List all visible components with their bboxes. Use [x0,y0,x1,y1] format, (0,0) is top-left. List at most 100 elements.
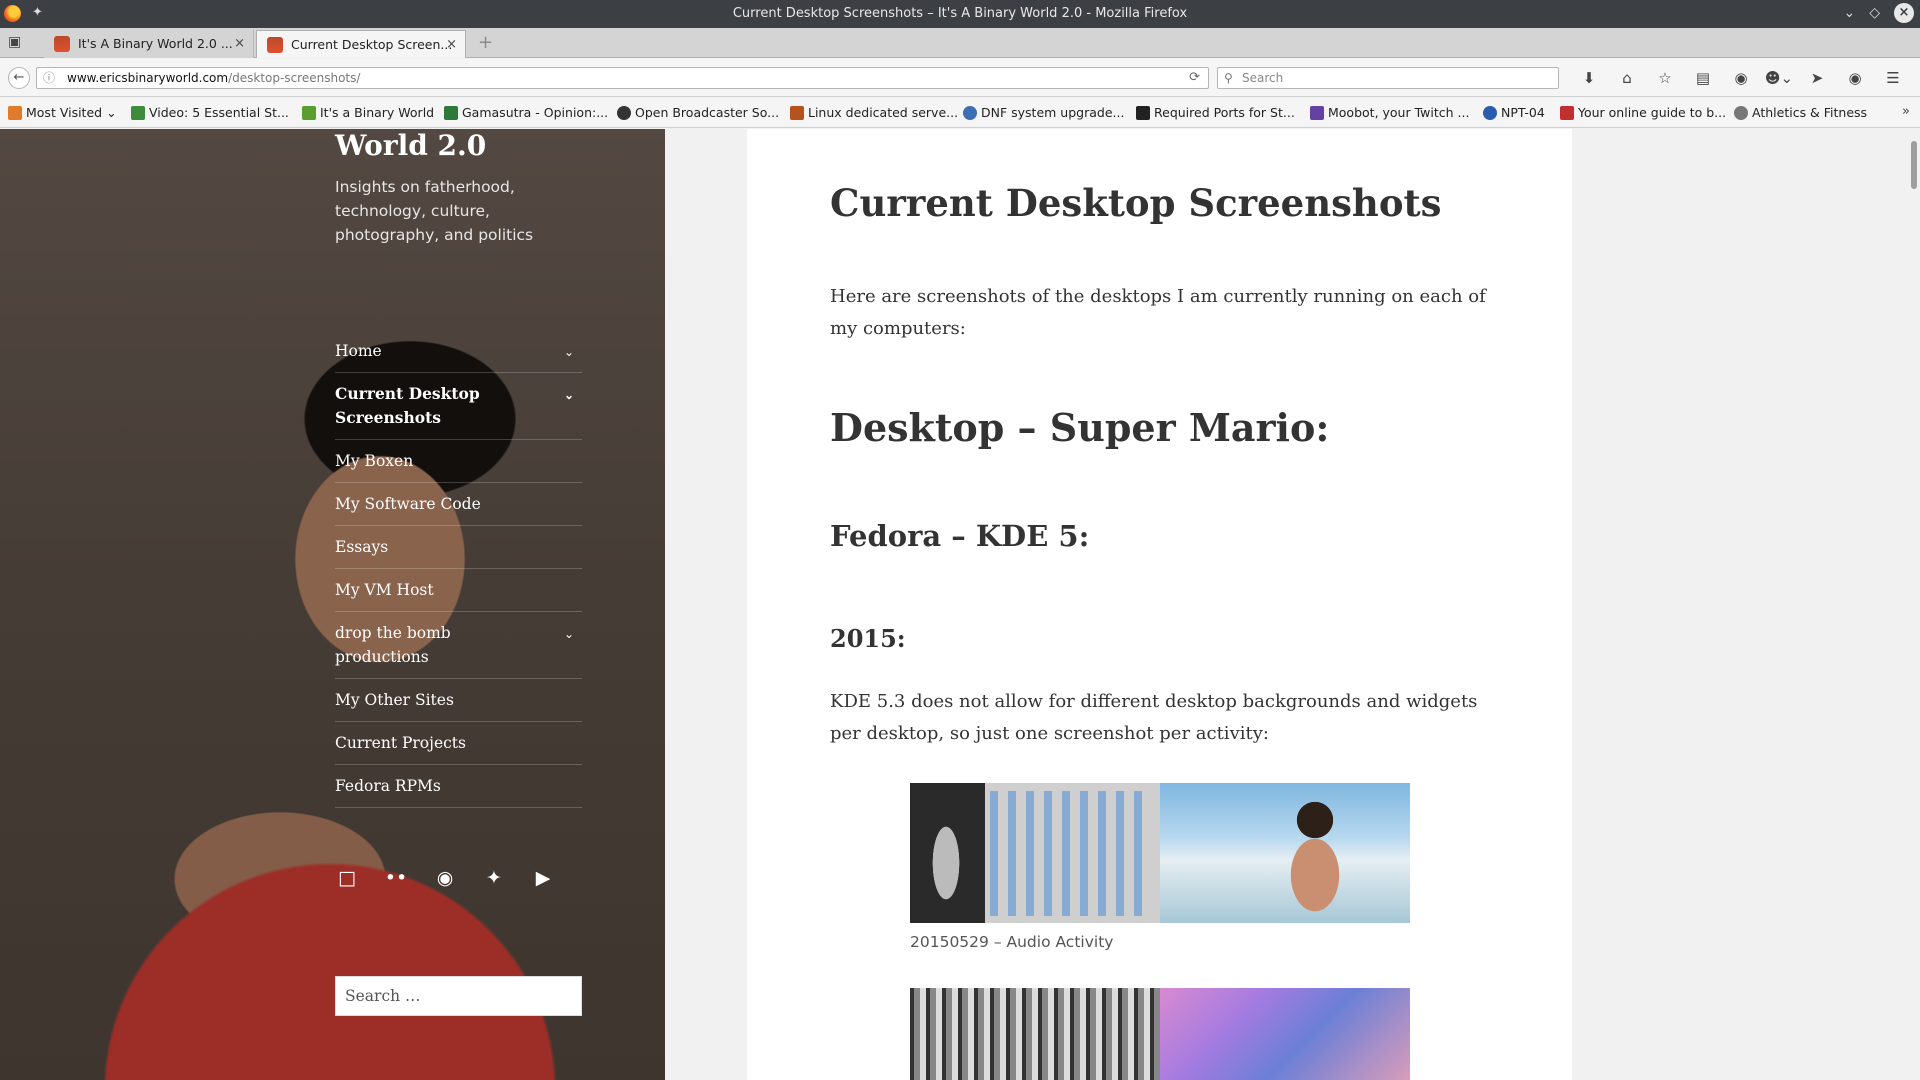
youtube-icon[interactable]: ▶ [531,866,555,890]
bookmark-favicon-icon [1483,106,1497,120]
site-title[interactable]: World 2.0 [335,129,486,162]
bookmark-item[interactable]: DNF system upgrade... [963,105,1124,120]
bookmark-item[interactable]: Most Visited ⌄ [8,105,117,120]
desktop-screenshot-image[interactable] [910,988,1160,1080]
bookmark-favicon-icon [131,106,145,120]
year-heading: 2015: [830,624,906,653]
image-caption: 20150529 – Audio Activity [910,933,1114,951]
twitch-icon[interactable]: □ [335,866,359,890]
maximize-icon[interactable]: ◇ [1869,5,1880,21]
bookmark-item[interactable]: Open Broadcaster So... [617,105,779,120]
navigation-toolbar: ← ⓘ www.ericsbinaryworld.com/desktop-scr… [0,59,1920,97]
desktop-screenshot-image[interactable] [910,783,1160,923]
minimize-icon[interactable]: ⌄ [1843,5,1855,21]
download-icon[interactable]: ⬇ [1570,67,1608,89]
tab-label: Current Desktop Screen... [291,37,453,52]
github-icon[interactable]: ◉ [433,866,457,890]
send-icon[interactable]: ➤ [1798,67,1836,89]
bookmark-item[interactable]: Linux dedicated serve... [790,105,958,120]
bookmark-favicon-icon [444,106,458,120]
new-tab-icon[interactable]: + [478,32,493,53]
tab-close-icon[interactable]: × [234,30,245,57]
menu-item-my-vm-host[interactable]: My VM Host [335,569,582,612]
window-title: Current Desktop Screenshots – It's A Bin… [732,6,1188,21]
bookmark-item[interactable]: Moobot, your Twitch ... [1310,105,1469,120]
reload-icon[interactable]: ⟳ [1189,68,1200,88]
chat-icon[interactable]: ◉ [1836,67,1874,89]
bookmark-item[interactable]: Required Ports for St... [1136,105,1295,120]
bookmark-item[interactable]: Gamasutra - Opinion:... [444,105,608,120]
search-icon: ⚲ [1224,71,1233,85]
menu-item-essays[interactable]: Essays [335,526,582,569]
bookmark-favicon-icon [790,106,804,120]
flickr-icon[interactable]: •• [384,866,408,890]
bookmark-favicon-icon [302,106,316,120]
folder-icon [8,106,22,120]
sidebar-search-input[interactable]: Search … [335,976,582,1016]
menu-item-my-other-sites[interactable]: My Other Sites [335,679,582,722]
page-title: Current Desktop Screenshots [830,181,1442,225]
menu-item-current-desktop-screenshots[interactable]: Current Desktop Screenshots ⌄ [335,373,582,440]
tab-strip: ▣ It's A Binary World 2.0 ... × Current … [0,28,1920,58]
window-titlebar: ✦ Current Desktop Screenshots – It's A B… [0,0,1920,28]
site-info-icon[interactable]: ⓘ [43,68,55,88]
subsection-heading: Fedora – KDE 5: [830,519,1090,553]
bookmark-favicon-icon [963,106,977,120]
reading-list-icon[interactable]: ▤ [1684,67,1722,89]
bookmark-item[interactable]: NPT-04 [1483,105,1545,120]
menu-item-home[interactable]: Home ⌄ [335,330,582,373]
bookmark-favicon-icon [1734,106,1748,120]
main-menu: Home ⌄ Current Desktop Screenshots ⌄ My Bo… [335,330,582,808]
search-placeholder: Search [1242,71,1284,85]
menu-item-my-boxen[interactable]: My Boxen [335,440,582,483]
web-page: World 2.0 Insights on fatherhood, techno… [0,129,1920,1080]
bookmark-favicon-icon [1560,106,1574,120]
site-favicon-icon [267,37,283,53]
tab-close-icon[interactable]: × [446,31,457,58]
tab-label: It's A Binary World 2.0 ... [78,36,233,51]
kde-paragraph: KDE 5.3 does not allow for different des… [830,691,1478,744]
bookmark-favicon-icon [1136,106,1150,120]
menu-icon[interactable]: ☰ [1874,67,1912,89]
pocket-icon[interactable]: ◉ [1722,67,1760,89]
section-heading: Desktop – Super Mario: [830,405,1330,450]
menu-item-drop-the-bomb[interactable]: drop the bomb productions ⌄ [335,612,582,679]
main-content: Current Desktop Screenshots Here are scr… [747,129,1572,1080]
bookmark-item[interactable]: Your online guide to b... [1560,105,1726,120]
search-input[interactable]: ⚲ Search [1217,67,1559,89]
chevron-down-icon[interactable]: ⌄ [564,622,574,646]
social-links: □ •• ◉ ✦ ▶ [335,866,555,890]
desktop-screenshot-image[interactable] [1160,783,1410,923]
url-domain: www.ericsbinaryworld.com [67,71,229,85]
tab-current-desktop[interactable]: Current Desktop Screen... × [256,30,466,58]
bookmark-star-icon[interactable]: ☆ [1646,67,1684,89]
close-window-icon[interactable]: × [1894,3,1914,23]
chevron-down-icon[interactable]: ⌄ [564,383,574,407]
bookmark-item[interactable]: Video: 5 Essential St... [131,105,289,120]
url-bar[interactable]: ⓘ www.ericsbinaryworld.com/desktop-scree… [36,67,1209,89]
back-button[interactable]: ← [8,67,30,89]
scrollbar-thumb[interactable] [1911,141,1917,189]
bookmark-favicon-icon [1310,106,1324,120]
sidebar: World 2.0 Insights on fatherhood, techno… [0,129,665,1080]
menu-item-fedora-rpms[interactable]: Fedora RPMs [335,765,582,808]
desktop-screenshot-image[interactable] [1160,988,1410,1080]
addon-icon[interactable]: ☻⌄ [1760,67,1798,89]
bookmarks-toolbar: Most Visited ⌄ Video: 5 Essential St... … [0,98,1920,128]
chevron-down-icon[interactable]: ⌄ [564,340,574,364]
tab-groups-icon[interactable]: ▣ [8,34,21,50]
page-scrollbar[interactable] [1909,129,1920,1080]
tab-binary-world[interactable]: It's A Binary World 2.0 ... × [44,30,254,58]
url-path: /desktop-screenshots/ [228,71,361,85]
bookmark-item[interactable]: Athletics & Fitness [1734,105,1867,120]
site-favicon-icon [54,36,70,52]
menu-item-my-software-code[interactable]: My Software Code [335,483,582,526]
menu-item-current-projects[interactable]: Current Projects [335,722,582,765]
home-icon[interactable]: ⌂ [1608,67,1646,89]
bookmark-favicon-icon [617,106,631,120]
twitter-icon[interactable]: ✦ [482,866,506,890]
intro-paragraph: Here are screenshots of the desktops I a… [830,286,1486,339]
more-bookmarks-icon[interactable]: » [1902,104,1910,119]
bookmark-item[interactable]: It's a Binary World [302,105,434,120]
site-description: Insights on fatherhood, technology, cult… [335,178,534,244]
